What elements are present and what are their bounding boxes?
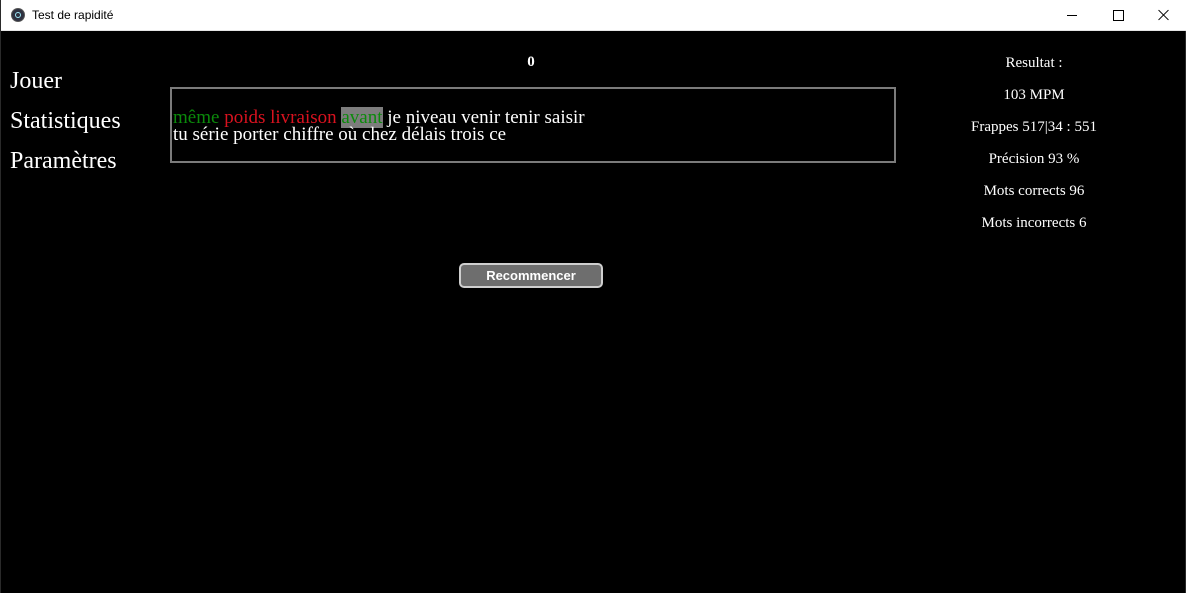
menu-item-jouer[interactable]: Jouer bbox=[10, 68, 62, 95]
correct-words-value: Mots corrects 96 bbox=[983, 183, 1085, 199]
minimize-button[interactable] bbox=[1049, 0, 1095, 30]
keystrokes-value: Frappes 517|34 : 551 bbox=[971, 119, 1097, 135]
word-list: même poids livraison avant je niveau ven… bbox=[173, 107, 873, 145]
close-button[interactable] bbox=[1141, 0, 1186, 30]
menu-item-parametres[interactable]: Paramètres bbox=[10, 148, 117, 175]
wpm-value: 103 MPM bbox=[1003, 87, 1065, 103]
title-bar[interactable]: Test de rapidité bbox=[1, 0, 1186, 31]
maximize-button[interactable] bbox=[1095, 0, 1141, 30]
typing-text-box[interactable]: même poids livraison avant je niveau ven… bbox=[170, 87, 896, 163]
minimize-icon bbox=[1067, 14, 1077, 16]
accuracy-value: Précision 93 % bbox=[988, 151, 1080, 167]
results-panel: Resultat : 103 MPM Frappes 517|34 : 551 … bbox=[934, 54, 1134, 246]
close-icon bbox=[1158, 9, 1170, 21]
word-line-2: tu série porter chiffre où chez délais t… bbox=[173, 124, 507, 145]
app-window: Test de rapidité Jouer Statistiques Para… bbox=[0, 0, 1186, 593]
timer-display: 0 bbox=[527, 54, 535, 70]
maximize-icon bbox=[1112, 9, 1124, 21]
results-heading: Resultat : bbox=[1005, 55, 1063, 71]
restart-button[interactable]: Recommencer bbox=[459, 263, 603, 288]
window-title: Test de rapidité bbox=[32, 8, 114, 22]
incorrect-words-value: Mots incorrects 6 bbox=[981, 215, 1087, 231]
menu-item-statistiques[interactable]: Statistiques bbox=[10, 108, 121, 135]
app-icon bbox=[11, 8, 25, 22]
